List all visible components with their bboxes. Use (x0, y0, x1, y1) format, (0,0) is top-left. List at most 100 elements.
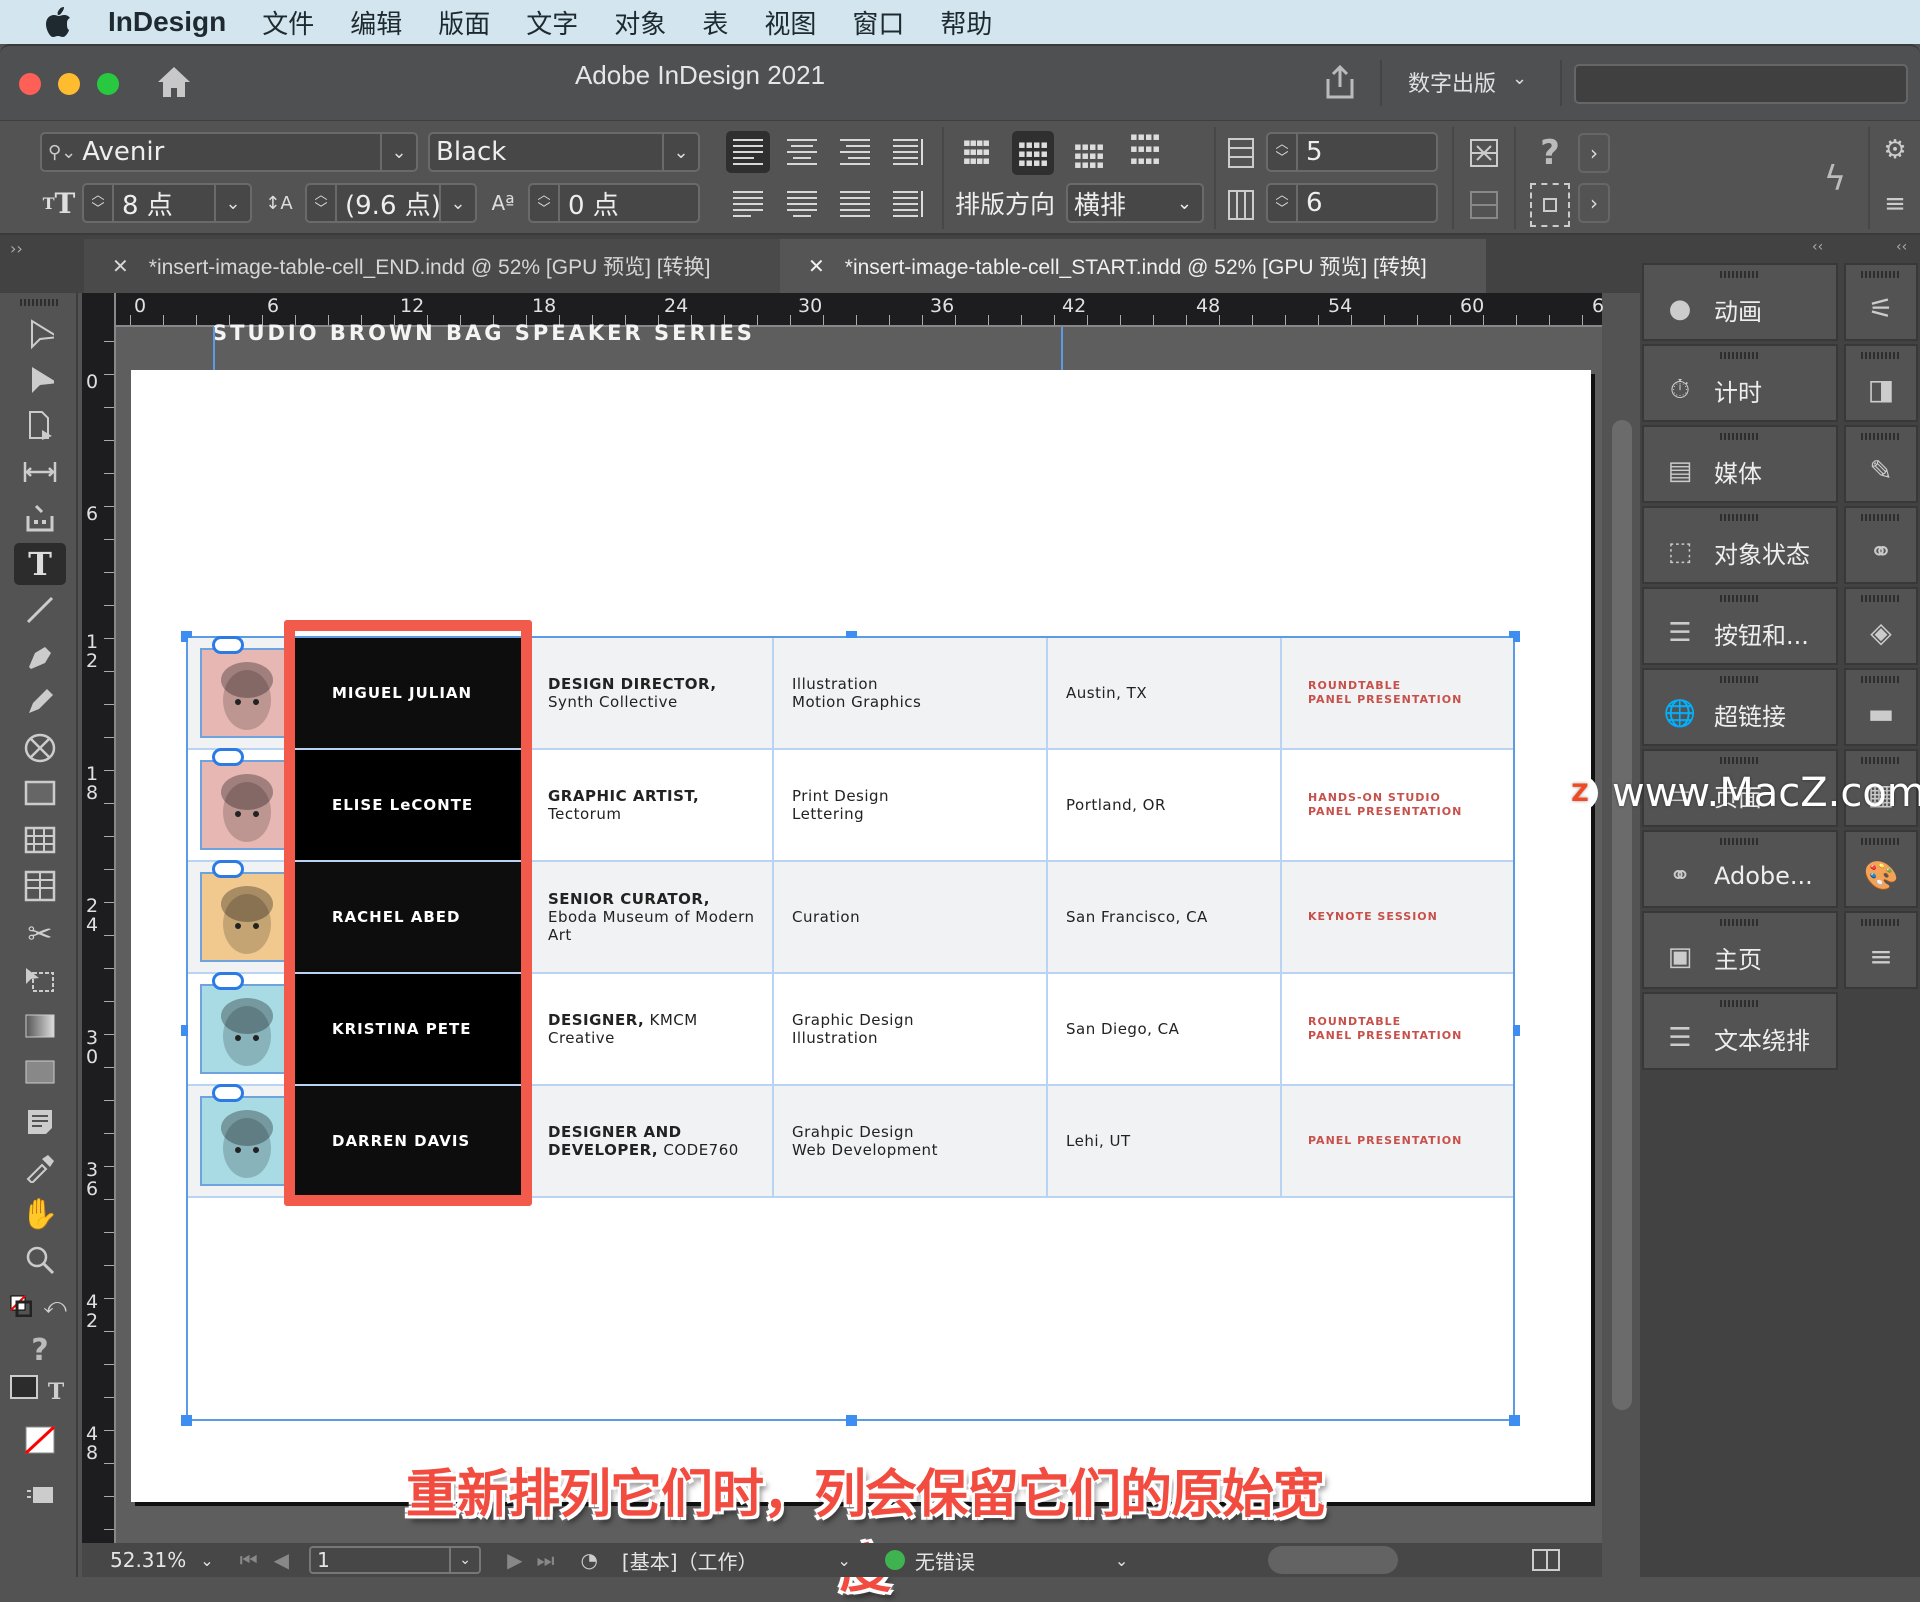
avatar[interactable] (200, 984, 290, 1074)
gradient-swatch-tool-icon[interactable] (14, 1005, 66, 1047)
panel-item-media[interactable]: ▤ 媒体 (1642, 425, 1838, 503)
link-icon[interactable] (212, 972, 244, 990)
link-icon[interactable] (212, 748, 244, 766)
session-cell[interactable]: KEYNOTE SESSION (1282, 862, 1513, 972)
gradient-feather-tool-icon[interactable] (14, 1051, 66, 1093)
share-icon[interactable] (1320, 62, 1360, 104)
hamburger-menu-icon[interactable]: ≡ (1878, 185, 1912, 223)
vertical-scrollbar[interactable] (1612, 420, 1632, 1410)
panel-item-animation[interactable]: ● 动画 (1642, 263, 1838, 341)
cc-libraries-panel-button[interactable]: ◨ (1844, 344, 1918, 422)
merge-cells-icon[interactable] (1466, 133, 1502, 173)
avatar-cell[interactable] (188, 972, 292, 1084)
resize-handle[interactable] (846, 1415, 857, 1426)
fill-none-icon[interactable] (14, 1419, 66, 1461)
tab-start-document[interactable]: ✕ *insert-image-table-cell_START.indd @ … (780, 239, 1486, 293)
close-tab-icon[interactable]: ✕ (808, 254, 825, 279)
panel-grip[interactable] (1861, 676, 1901, 683)
stepper-icon[interactable]: ︿ ﹀ (530, 185, 560, 221)
pencil-tool-icon[interactable] (14, 681, 66, 723)
chevron-down-icon[interactable]: ⌄ (662, 134, 698, 170)
horizontal-scrollbar[interactable] (1268, 1546, 1399, 1574)
panel-grip[interactable] (1861, 271, 1901, 278)
chevron-down-icon[interactable]: ⌄ (200, 1551, 213, 1570)
menu-app-name[interactable]: InDesign (108, 6, 226, 38)
properties-panel-button[interactable]: ⚟ (1844, 263, 1918, 341)
resize-handle[interactable] (181, 1415, 192, 1426)
pen-tool-icon[interactable] (14, 635, 66, 677)
session-cell[interactable]: PANEL PRESENTATION (1282, 1086, 1513, 1196)
font-style-field[interactable]: Black ⌄ (428, 132, 700, 172)
scissors-tool-icon[interactable]: ✂ (14, 913, 66, 955)
rectangle-frame-tool-icon[interactable] (14, 727, 66, 769)
free-transform-tool-icon[interactable] (14, 959, 66, 1001)
expand-toolbar-icon[interactable]: ›› (10, 239, 23, 258)
menu-type[interactable]: 文字 (526, 4, 578, 41)
chevron-down-icon[interactable]: ⌄ (380, 134, 416, 170)
chevron-right-icon[interactable]: › (1578, 183, 1610, 223)
document-open-icon[interactable]: ◔ (580, 1548, 597, 1572)
panel-grip[interactable] (1720, 271, 1760, 278)
font-family-field[interactable]: ⚲⌄ Avenir ⌄ (40, 132, 418, 172)
layers-panel-button[interactable]: ◈ (1844, 587, 1918, 665)
stepper-icon[interactable]: ︿ ﹀ (307, 185, 337, 221)
location-cell[interactable]: Austin, TX (1048, 638, 1282, 748)
link-icon[interactable] (212, 860, 244, 878)
panel-item-hyperlinks[interactable]: 🌐 超链接 (1642, 668, 1838, 746)
direct-selection-tool-icon[interactable] (14, 359, 66, 401)
avatar-cell[interactable] (188, 636, 292, 748)
justify-center-button[interactable] (780, 183, 824, 225)
frame-fitting-icon[interactable] (1530, 183, 1570, 227)
stepper-icon[interactable]: ︿ ﹀ (84, 185, 114, 221)
note-tool-icon[interactable] (14, 1101, 66, 1143)
first-page-icon[interactable]: ⏮ (240, 1548, 258, 1572)
menu-table[interactable]: 表 (702, 4, 728, 41)
align-bottom-icon[interactable]: ▪▪▪▪ ▪▪▪▪ ▪▪▪▪ (1068, 135, 1110, 175)
paragraph-styles-panel-button[interactable]: ≡ (1844, 911, 1918, 989)
avatar[interactable] (200, 648, 290, 738)
columns-field[interactable]: ︿ ﹀ 6 (1266, 183, 1438, 223)
gradient-panel-button[interactable]: ▬ (1844, 668, 1918, 746)
hand-tool-icon[interactable]: ✋ (14, 1193, 66, 1235)
align-center-icon[interactable]: ▪▪▪▪ ▪▪▪▪ ▪▪▪▪ (1012, 131, 1054, 175)
avatar[interactable] (200, 872, 290, 962)
chevron-down-icon[interactable]: ⌄ (214, 185, 250, 221)
skills-cell[interactable]: Graphic Design Illustration (774, 974, 1048, 1084)
chevron-down-icon[interactable]: ⌄ (1115, 1551, 1128, 1570)
link-icon[interactable] (212, 636, 244, 654)
justify-left-button[interactable] (726, 183, 770, 225)
gap-tool-icon[interactable] (14, 451, 66, 493)
chevron-down-icon[interactable]: ⌄ (838, 1551, 851, 1570)
avatar[interactable] (200, 1096, 290, 1186)
lightning-icon[interactable]: ϟ (1820, 159, 1850, 199)
chevron-down-icon[interactable]: ⌄ (449, 1548, 479, 1572)
last-page-icon[interactable]: ⏭ (536, 1548, 554, 1572)
workspace-switcher[interactable]: 数字出版 (1408, 66, 1496, 98)
preflight-profile[interactable]: [基本]（工作） (622, 1546, 758, 1575)
panel-grip[interactable] (20, 299, 60, 306)
skills-cell[interactable]: Grahpic Design Web Development (774, 1086, 1048, 1196)
session-cell[interactable]: HANDS-ON STUDIO PANEL PRESENTATION (1282, 750, 1513, 860)
avatar-cell[interactable] (188, 748, 292, 860)
color-panel-button[interactable]: 🎨 (1844, 830, 1918, 908)
search-input[interactable] (1574, 64, 1908, 104)
collapse-panels-icon[interactable]: ‹‹ (1812, 239, 1823, 255)
menu-edit[interactable]: 编辑 (350, 4, 402, 41)
default-fill-stroke-icon[interactable] (8, 1285, 34, 1327)
zoom-tool-icon[interactable] (14, 1239, 66, 1281)
avatar-cell[interactable] (188, 860, 292, 972)
next-page-icon[interactable]: ▶ (507, 1548, 522, 1572)
format-affects-container-icon[interactable]: ? (14, 1329, 66, 1371)
align-left-button[interactable] (726, 131, 770, 173)
zoom-level[interactable]: 52.31% (110, 1548, 186, 1572)
rows-field[interactable]: ︿ ﹀ 5 (1266, 132, 1438, 172)
link-icon[interactable] (212, 1084, 244, 1102)
split-view-icon[interactable] (1532, 1549, 1561, 1571)
page-edit-panel-button[interactable]: ✎ (1844, 425, 1918, 503)
panel-grip[interactable] (1861, 595, 1901, 602)
screen-mode-icon[interactable] (14, 1473, 66, 1515)
panel-grip[interactable] (1861, 433, 1901, 440)
location-cell[interactable]: San Francisco, CA (1048, 862, 1282, 972)
split-cells-icon[interactable] (1466, 185, 1502, 225)
writing-direction-dropdown[interactable]: 横排 ⌄ (1066, 183, 1204, 223)
